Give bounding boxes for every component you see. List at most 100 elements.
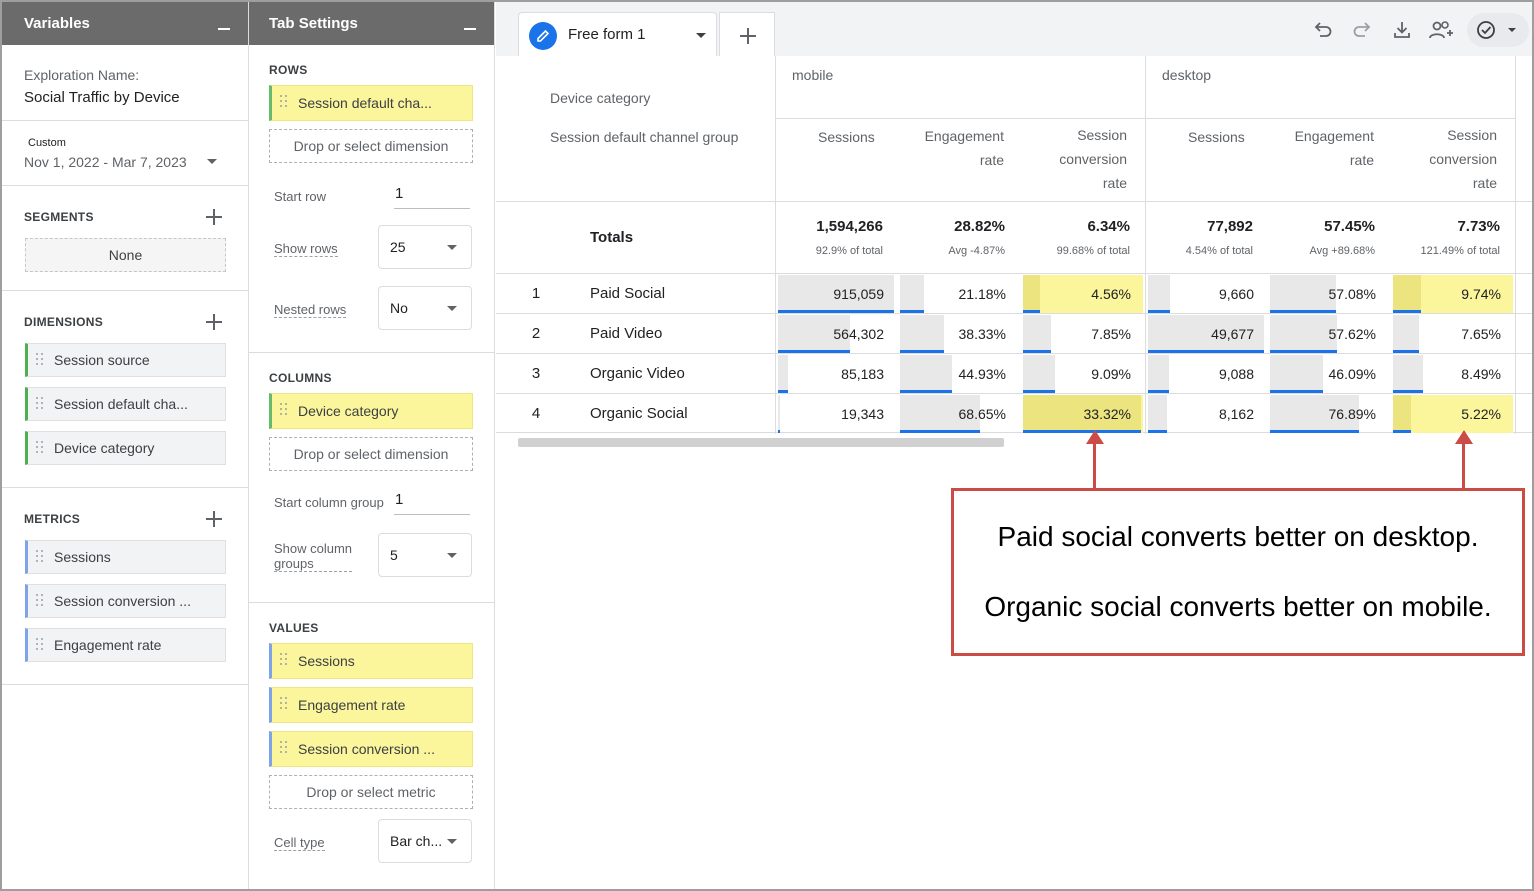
show-rows-label: Show rows — [274, 241, 338, 257]
table-cell[interactable]: 8,162 — [1148, 395, 1266, 433]
drag-handle-icon[interactable] — [36, 353, 44, 367]
row-label[interactable]: Organic Video — [590, 365, 685, 382]
row-label[interactable]: Organic Social — [590, 405, 688, 422]
show-column-groups-label-line2: groups — [274, 556, 314, 571]
redo-icon[interactable] — [1351, 19, 1373, 41]
metric-chip[interactable]: Sessions — [25, 540, 226, 574]
nested-rows-select[interactable]: No — [378, 286, 472, 330]
check-dropdown-button[interactable] — [1467, 13, 1529, 47]
start-column-group-setting: Start column group 1 — [249, 481, 494, 531]
columns-dimension-chip[interactable]: Device category — [269, 393, 473, 429]
bar-background — [1023, 275, 1040, 311]
undo-icon[interactable] — [1312, 19, 1334, 41]
table-cell[interactable]: 33.32% — [1023, 395, 1143, 433]
chevron-down-icon[interactable] — [696, 33, 706, 38]
value-chip[interactable]: Session conversion ... — [269, 731, 473, 767]
table-cell[interactable]: 8.49% — [1393, 355, 1513, 393]
value-chip[interactable]: Sessions — [269, 643, 473, 679]
minimize-icon[interactable] — [218, 28, 230, 30]
bar-background — [1393, 395, 1411, 431]
date-range-section[interactable]: Custom Nov 1, 2022 - Mar 7, 2023 — [2, 121, 248, 186]
value-chip[interactable]: Engagement rate — [269, 687, 473, 723]
horizontal-scrollbar[interactable] — [518, 438, 1004, 447]
segments-section: SEGMENTS None — [2, 186, 248, 291]
exploration-name-section: Exploration Name: Social Traffic by Devi… — [2, 45, 248, 121]
add-tab-button[interactable] — [719, 12, 775, 56]
columns-drop-dimension[interactable]: Drop or select dimension — [269, 437, 473, 471]
drag-handle-icon[interactable] — [280, 697, 288, 711]
table-cell[interactable]: 85,183 — [778, 355, 896, 393]
cell-value: 68.65% — [958, 406, 1006, 422]
rows-dimension-chip[interactable]: Session default cha... — [269, 85, 473, 121]
bar-background — [1270, 355, 1323, 391]
table-cell[interactable]: 19,343 — [778, 395, 896, 433]
bar-fill — [1270, 310, 1336, 313]
add-metric-icon[interactable] — [206, 511, 222, 527]
cell-value: 9.74% — [1461, 286, 1501, 302]
dimension-chip[interactable]: Session source — [25, 343, 226, 377]
table-cell[interactable]: 7.85% — [1023, 315, 1143, 353]
table-cell[interactable]: 68.65% — [900, 395, 1018, 433]
drag-handle-icon[interactable] — [280, 741, 288, 755]
drag-handle-icon[interactable] — [36, 397, 44, 411]
table-cell[interactable]: 915,059 — [778, 275, 896, 313]
row-label[interactable]: Paid Social — [590, 285, 665, 302]
tab-free-form-1[interactable]: Free form 1 — [518, 12, 717, 56]
add-dimension-icon[interactable] — [206, 314, 222, 330]
exploration-name-field[interactable]: Social Traffic by Device — [2, 83, 248, 120]
download-icon[interactable] — [1391, 19, 1413, 41]
value-chip-label: Session conversion ... — [298, 741, 435, 757]
table-cell[interactable]: 57.08% — [1270, 275, 1388, 313]
annotation-arrow-line — [1093, 442, 1096, 488]
table-cell[interactable]: 7.65% — [1393, 315, 1513, 353]
drag-handle-icon[interactable] — [36, 550, 44, 564]
row-label[interactable]: Paid Video — [590, 325, 662, 342]
table-cell[interactable]: 49,677 — [1148, 315, 1266, 353]
bar-fill — [1023, 390, 1055, 393]
table-cell[interactable]: 9.09% — [1023, 355, 1143, 393]
drag-handle-icon[interactable] — [280, 95, 288, 109]
show-column-groups-value: 5 — [390, 547, 398, 563]
table-cell[interactable]: 9,660 — [1148, 275, 1266, 313]
cell-type-select[interactable]: Bar ch... — [378, 819, 472, 863]
table-cell[interactable]: 9.74% — [1393, 275, 1513, 313]
exploration-name-label: Exploration Name: — [24, 67, 140, 83]
table-cell[interactable]: 44.93% — [900, 355, 1018, 393]
drag-handle-icon[interactable] — [280, 403, 288, 417]
minimize-icon[interactable] — [464, 28, 476, 30]
pencil-icon[interactable] — [529, 22, 557, 50]
segments-none[interactable]: None — [25, 238, 226, 272]
total-subtext: 99.68% of total — [1056, 245, 1130, 257]
add-segment-icon[interactable] — [206, 209, 222, 225]
show-column-groups-select[interactable]: 5 — [378, 533, 472, 577]
show-rows-select[interactable]: 25 — [378, 225, 472, 269]
drag-handle-icon[interactable] — [36, 441, 44, 455]
grid-line — [496, 273, 1532, 274]
share-people-icon[interactable] — [1428, 19, 1456, 41]
start-row-input[interactable]: 1 — [394, 185, 470, 209]
table-cell[interactable]: 57.62% — [1270, 315, 1388, 353]
grid-line — [496, 353, 1532, 354]
table-cell[interactable]: 5.22% — [1393, 395, 1513, 433]
metric-list: Sessions Session conversion ... Engageme… — [2, 526, 248, 684]
start-column-group-input[interactable]: 1 — [394, 491, 470, 515]
dimension-chip[interactable]: Session default cha... — [25, 387, 226, 421]
drag-handle-icon[interactable] — [280, 653, 288, 667]
rows-drop-dimension[interactable]: Drop or select dimension — [269, 129, 473, 163]
table-cell[interactable]: 4.56% — [1023, 275, 1143, 313]
table-cell[interactable]: 564,302 — [778, 315, 896, 353]
metric-chip[interactable]: Engagement rate — [25, 628, 226, 662]
table-cell[interactable]: 46.09% — [1270, 355, 1388, 393]
table-cell[interactable]: 38.33% — [900, 315, 1018, 353]
date-range-picker[interactable]: Nov 1, 2022 - Mar 7, 2023 — [2, 149, 248, 184]
drag-handle-icon[interactable] — [36, 638, 44, 652]
chevron-down-icon[interactable] — [207, 159, 217, 164]
metric-chip[interactable]: Session conversion ... — [25, 584, 226, 618]
dimension-chip[interactable]: Device category — [25, 431, 226, 465]
bar-fill — [900, 310, 924, 313]
table-cell[interactable]: 9,088 — [1148, 355, 1266, 393]
table-cell[interactable]: 21.18% — [900, 275, 1018, 313]
drag-handle-icon[interactable] — [36, 594, 44, 608]
values-drop-metric[interactable]: Drop or select metric — [269, 775, 473, 809]
table-cell[interactable]: 76.89% — [1270, 395, 1388, 433]
